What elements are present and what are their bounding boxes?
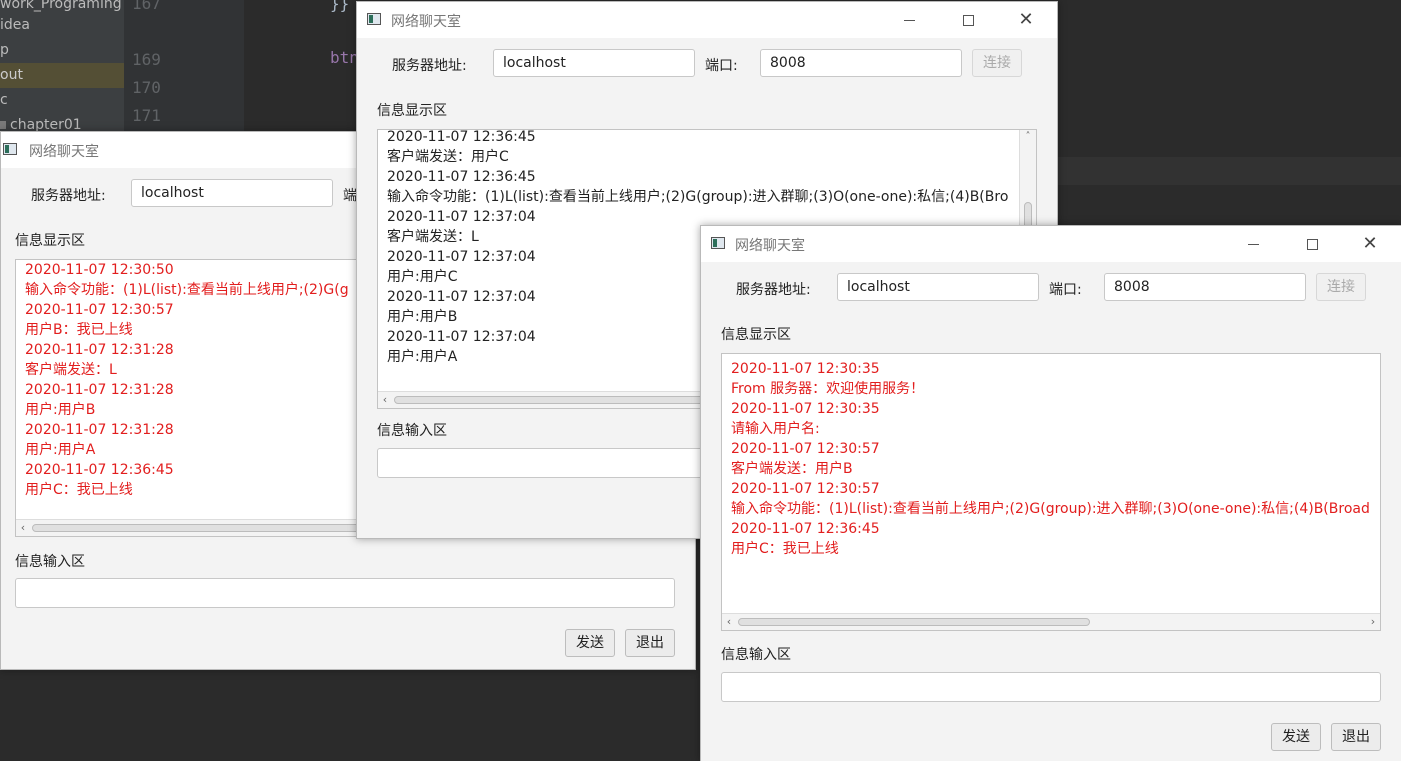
log-line: 2020-11-07 12:31:28 <box>25 382 174 398</box>
tree-item[interactable]: p <box>0 38 9 63</box>
minimize-icon[interactable] <box>887 2 933 38</box>
log-line: 2020-11-07 12:30:35 <box>731 401 880 417</box>
input-area-label: 信息输入区 <box>377 423 447 439</box>
log-line: 客户端发送：L <box>387 229 479 245</box>
log-line: 用户:用户B <box>387 309 458 325</box>
app-icon <box>711 237 725 249</box>
log-display[interactable]: 2020-11-07 12:30:35 From 服务器：欢迎使用服务！ 202… <box>721 353 1381 631</box>
message-input[interactable] <box>15 578 675 608</box>
log-line: 客户端发送：用户B <box>731 461 853 477</box>
server-address-label: 服务器地址: <box>736 282 811 298</box>
port-label: 端 <box>343 188 357 204</box>
maximize-icon[interactable] <box>1289 226 1335 262</box>
window-title: 网络聊天室 <box>391 14 461 30</box>
log-area-label: 信息显示区 <box>721 327 791 343</box>
log-line: 2020-11-07 12:36:45 <box>387 129 536 145</box>
line-number: 169 <box>132 50 161 69</box>
server-address-input[interactable] <box>131 179 333 207</box>
code-fragment: btn <box>330 48 359 67</box>
app-icon <box>367 13 381 25</box>
scroll-right-icon[interactable]: › <box>1366 614 1380 630</box>
scroll-thumb[interactable] <box>394 396 724 404</box>
scroll-left-icon[interactable]: ‹ <box>378 392 392 408</box>
code-line-highlight <box>1056 157 1401 185</box>
server-address-input[interactable] <box>493 49 695 77</box>
connect-button[interactable]: 连接 <box>1316 273 1366 301</box>
scroll-thumb[interactable] <box>32 524 362 532</box>
line-number: 167 <box>132 0 161 13</box>
log-area-label: 信息显示区 <box>377 103 447 119</box>
server-address-input[interactable] <box>837 273 1039 301</box>
log-line: 2020-11-07 12:30:50 <box>25 262 174 278</box>
log-line: 用户:用户C <box>387 269 458 285</box>
scroll-thumb[interactable] <box>738 618 1090 626</box>
input-area-label: 信息输入区 <box>15 554 85 570</box>
log-line: 2020-11-07 12:37:04 <box>387 289 536 305</box>
log-line: 客户端发送：L <box>25 362 117 378</box>
line-gutter: 167 169 170 171 <box>124 0 244 131</box>
message-input[interactable] <box>721 672 1381 702</box>
input-area-label: 信息输入区 <box>721 647 791 663</box>
log-line: 用户C：我已上线 <box>25 482 133 498</box>
log-line: 2020-11-07 12:37:04 <box>387 329 536 345</box>
scroll-left-icon[interactable]: ‹ <box>722 614 736 630</box>
horizontal-scrollbar[interactable]: ‹ <box>16 519 374 536</box>
port-label: 端口: <box>1049 282 1082 298</box>
log-line: 用户B：我已上线 <box>25 322 133 338</box>
code-fragment: }} <box>330 0 350 13</box>
log-line: 2020-11-07 12:30:57 <box>25 302 174 318</box>
send-button[interactable]: 发送 <box>565 629 615 657</box>
chat-window-3: 网络聊天室 ✕ 服务器地址: 端口: 连接 信息显示区 2020-11-07 1… <box>700 225 1401 761</box>
title-bar[interactable]: 网络聊天室 ✕ <box>357 2 1057 38</box>
maximize-icon[interactable] <box>945 2 991 38</box>
scroll-up-icon[interactable]: ˄ <box>1020 130 1036 144</box>
log-line: 客户端发送：用户C <box>387 149 509 165</box>
window-title: 网络聊天室 <box>29 144 99 160</box>
log-line: 用户:用户A <box>387 349 458 365</box>
exit-button[interactable]: 退出 <box>625 629 675 657</box>
log-line: 用户:用户A <box>25 442 96 458</box>
tree-item[interactable]: out <box>0 63 124 88</box>
log-area-label: 信息显示区 <box>15 233 85 249</box>
server-address-label: 服务器地址: <box>392 58 467 74</box>
horizontal-scrollbar[interactable]: ‹ › <box>722 613 1380 630</box>
port-label: 端口: <box>705 58 738 74</box>
close-icon[interactable]: ✕ <box>1347 226 1393 262</box>
log-line: 输入命令功能：(1)L(list):查看当前上线用户;(2)G(g <box>25 282 349 298</box>
log-line: 2020-11-07 12:37:04 <box>387 249 536 265</box>
exit-button[interactable]: 退出 <box>1331 723 1381 751</box>
log-line: 2020-11-07 12:31:28 <box>25 342 174 358</box>
minimize-icon[interactable] <box>1231 226 1277 262</box>
log-line: 2020-11-07 12:31:28 <box>25 422 174 438</box>
port-input[interactable] <box>760 49 962 77</box>
close-icon[interactable]: ✕ <box>1003 2 1049 38</box>
log-line: From 服务器：欢迎使用服务！ <box>731 381 925 397</box>
log-line: 用户C：我已上线 <box>731 541 839 557</box>
scroll-left-icon[interactable]: ‹ <box>16 520 30 536</box>
log-line: 2020-11-07 12:36:45 <box>387 169 536 185</box>
server-address-label: 服务器地址: <box>31 188 106 204</box>
line-number: 170 <box>132 78 161 97</box>
log-line: 2020-11-07 12:30:35 <box>731 361 880 377</box>
log-line: 用户:用户B <box>25 402 96 418</box>
send-button[interactable]: 发送 <box>1271 723 1321 751</box>
window-title: 网络聊天室 <box>735 238 805 254</box>
connect-button[interactable]: 连接 <box>972 49 1022 77</box>
log-line: 2020-11-07 12:37:04 <box>387 209 536 225</box>
project-tree: work_Programing idea p out c chapter01 <box>0 0 124 133</box>
log-line: 输入命令功能：(1)L(list):查看当前上线用户;(2)G(group):进… <box>731 501 1370 517</box>
port-input[interactable] <box>1104 273 1306 301</box>
tree-item[interactable]: idea <box>0 13 30 38</box>
app-icon <box>3 143 17 155</box>
log-line: 请输入用户名: <box>731 421 820 437</box>
log-line: 2020-11-07 12:36:45 <box>25 462 174 478</box>
log-line: 2020-11-07 12:30:57 <box>731 441 880 457</box>
tree-item[interactable]: c <box>0 88 8 113</box>
log-line: 2020-11-07 12:30:57 <box>731 481 880 497</box>
log-line: 输入命令功能：(1)L(list):查看当前上线用户;(2)G(group):进… <box>387 189 1009 205</box>
log-line: 2020-11-07 12:36:45 <box>731 521 880 537</box>
line-number: 171 <box>132 106 161 125</box>
log-display[interactable]: 2020-11-07 12:30:50 输入命令功能：(1)L(list):查看… <box>15 259 375 537</box>
title-bar[interactable]: 网络聊天室 ✕ <box>701 226 1401 262</box>
